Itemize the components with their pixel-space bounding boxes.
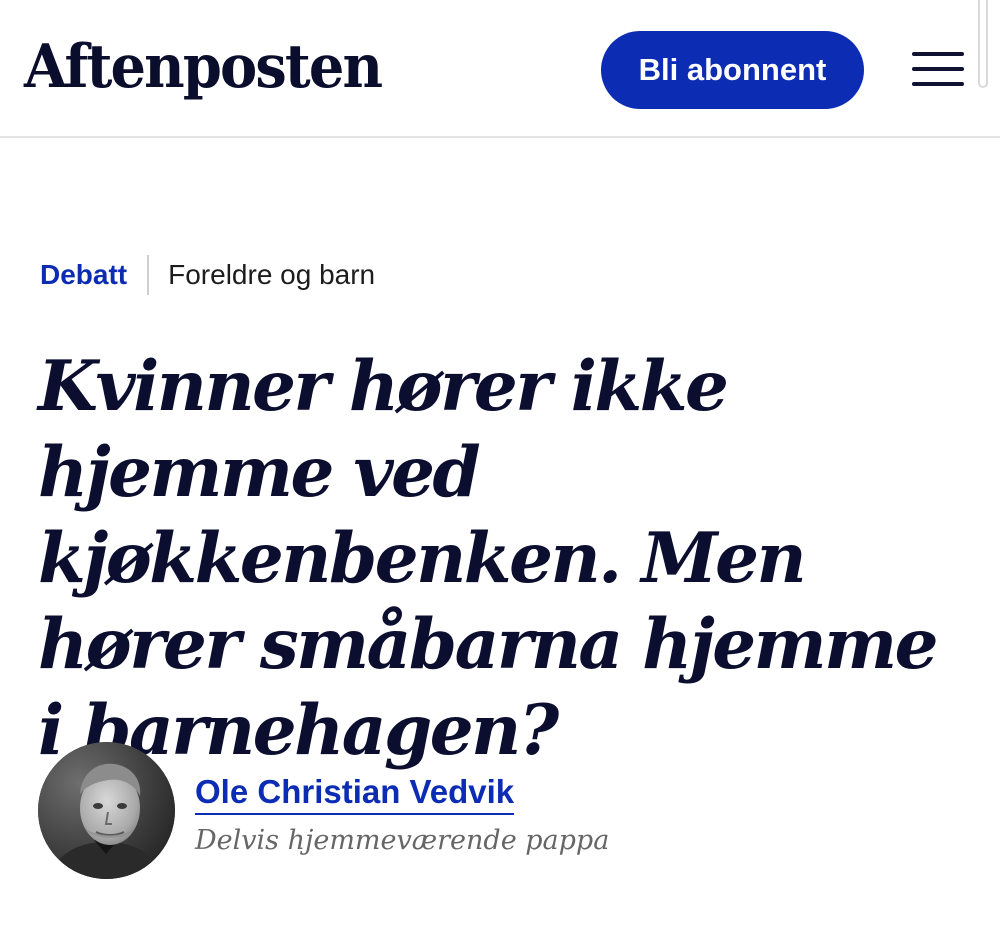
article-kicker: Debatt Foreldre og barn bbox=[40, 253, 375, 297]
subscribe-button[interactable]: Bli abonnent bbox=[601, 31, 864, 109]
hamburger-menu-icon[interactable] bbox=[912, 50, 964, 88]
scrollbar[interactable] bbox=[978, 0, 988, 88]
menu-bar-bottom bbox=[912, 82, 964, 86]
kicker-divider bbox=[147, 255, 150, 295]
author-photo bbox=[38, 742, 175, 879]
menu-bar-middle bbox=[912, 67, 964, 71]
section-link[interactable]: Debatt bbox=[40, 259, 127, 291]
author-role: Delvis hjemmeværende pappa bbox=[195, 825, 610, 856]
author-avatar[interactable] bbox=[38, 742, 175, 879]
menu-bar-top bbox=[912, 52, 964, 56]
site-header: Aftenposten Bli abonnent bbox=[0, 0, 1000, 138]
article-headline: Kvinner hører ikke hjemme ved kjøkkenben… bbox=[38, 346, 939, 771]
aftenposten-logo[interactable]: Aftenposten bbox=[24, 22, 383, 112]
topic-link[interactable]: Foreldre og barn bbox=[168, 259, 375, 291]
author-name-link[interactable]: Ole Christian Vedvik bbox=[195, 771, 515, 815]
